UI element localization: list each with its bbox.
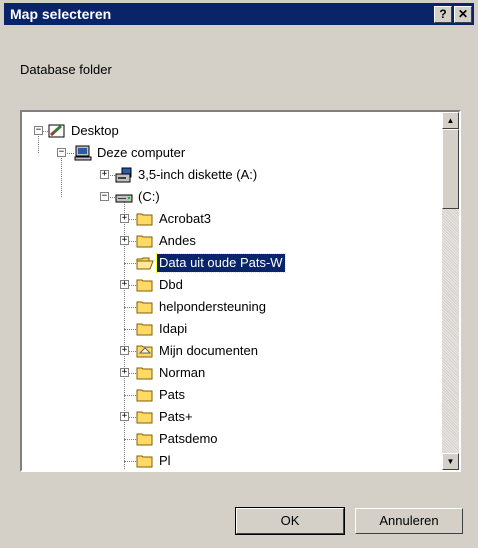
expand-toggle[interactable]: + [120,280,129,289]
tree-item[interactable]: Norman [157,364,207,382]
tree-item[interactable]: Mijn documenten [157,342,260,360]
folder-icon [136,321,154,337]
tree-viewport: − Desktop − Deze computer +3,5-inch diskette… [22,112,442,470]
tree-line [124,395,136,396]
desktop-icon [48,123,66,139]
folder-icon [136,409,154,425]
tree-item[interactable]: Acrobat3 [157,210,213,228]
tree-item[interactable]: 3,5-inch diskette (A:) [136,166,259,184]
tree-item[interactable]: Patsdemo [157,430,220,448]
close-button[interactable]: ✕ [454,6,472,23]
cancel-button[interactable]: Annuleren [355,508,463,534]
title-bar[interactable]: Map selecteren ? ✕ [4,3,474,25]
computer-icon [74,145,92,161]
tree-item[interactable]: Desktop [69,122,121,140]
collapse-toggle[interactable]: − [34,126,43,135]
tree-line [61,153,62,197]
tree-line [124,263,136,264]
tree-line [124,307,136,308]
folder-icon [136,299,154,315]
folder-icon [136,277,154,293]
help-button[interactable]: ? [434,6,452,23]
folder-dialog: Map selecteren ? ✕ Database folder − Desk… [0,0,478,548]
collapse-toggle[interactable]: − [57,148,66,157]
folder-open-icon [136,255,154,271]
ok-button[interactable]: OK [235,507,345,535]
scroll-up-button[interactable]: ▲ [442,112,459,129]
tree-line [124,461,136,462]
mydocs-icon [136,343,154,359]
tree-item[interactable]: Idapi [157,320,189,338]
tree-item[interactable]: Andes [157,232,198,250]
folder-icon [136,211,154,227]
folder-icon [136,431,154,447]
vertical-scrollbar[interactable]: ▲ ▼ [442,112,459,470]
folder-icon [136,453,154,469]
tree-item[interactable]: Deze computer [95,144,187,162]
tree-item[interactable]: (C:) [136,188,162,206]
tree-line [124,329,136,330]
expand-toggle[interactable]: + [120,214,129,223]
prompt-label: Database folder [20,62,112,77]
floppy-icon [115,167,133,183]
folder-tree[interactable]: − Desktop − Deze computer +3,5-inch diskette… [20,110,461,472]
drive-icon [115,189,133,205]
expand-toggle[interactable]: + [120,346,129,355]
window-title: Map selecteren [10,6,112,22]
folder-icon [136,387,154,403]
tree-item[interactable]: helpondersteuning [157,298,268,316]
scroll-down-button[interactable]: ▼ [442,453,459,470]
tree-item[interactable]: Pats+ [157,408,195,426]
tree-item[interactable]: Pats [157,386,187,404]
tree-item[interactable]: Pl [157,452,173,470]
tree-item[interactable]: Dbd [157,276,185,294]
tree-item-selected[interactable]: Data uit oude Pats-W [156,253,286,273]
expand-toggle[interactable]: + [100,170,109,179]
expand-toggle[interactable]: + [120,412,129,421]
collapse-toggle[interactable]: − [100,192,109,201]
expand-toggle[interactable]: + [120,368,129,377]
folder-icon [136,365,154,381]
expand-toggle[interactable]: + [120,236,129,245]
folder-icon [136,233,154,249]
scroll-thumb[interactable] [442,129,459,209]
tree-line [124,439,136,440]
